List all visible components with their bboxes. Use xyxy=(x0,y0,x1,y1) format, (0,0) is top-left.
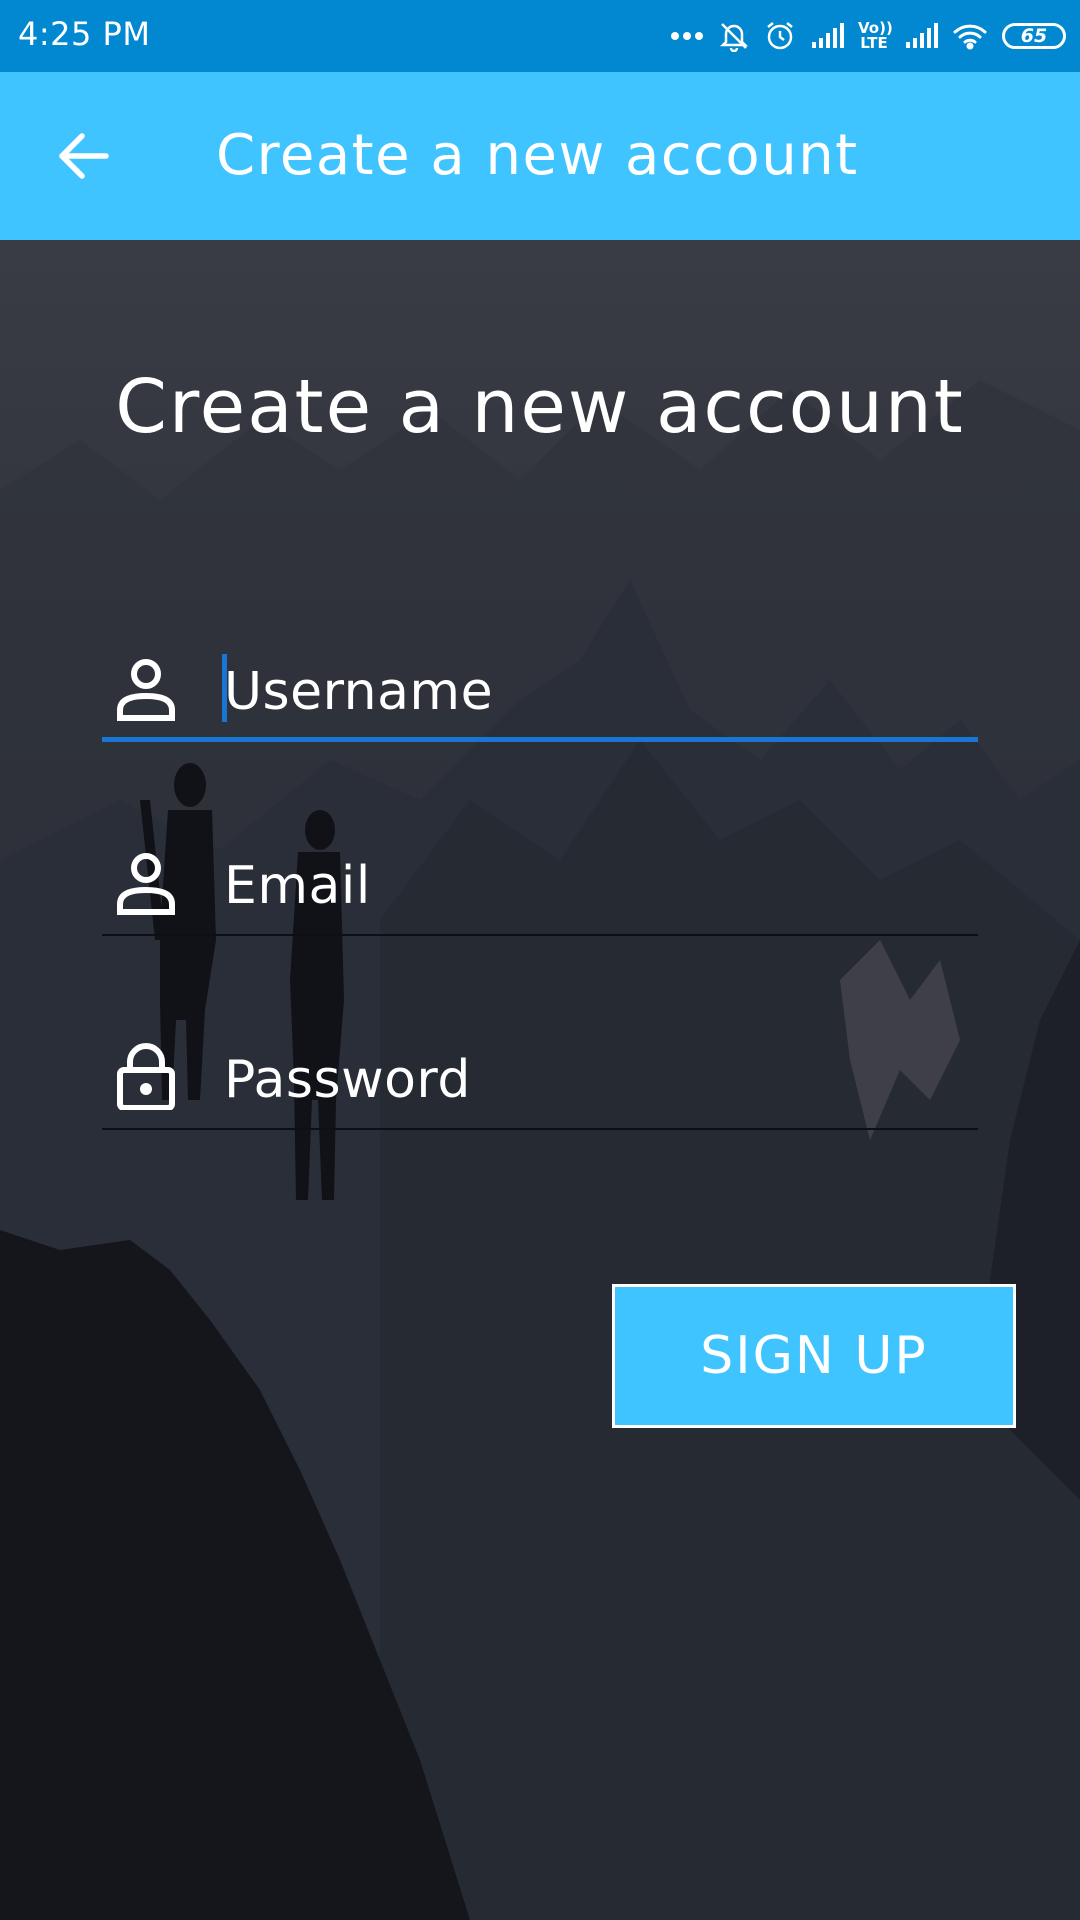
signal-icon xyxy=(904,22,938,50)
status-time: 4:25 PM xyxy=(18,15,151,53)
more-dots-icon xyxy=(670,31,704,41)
username-underline xyxy=(102,737,978,742)
lock-icon xyxy=(117,1043,175,1110)
page-heading: Create a new account xyxy=(115,364,965,450)
notifications-off-icon xyxy=(718,20,750,52)
password-placeholder: Password xyxy=(224,1050,471,1110)
app-bar: Create a new account xyxy=(0,72,1080,240)
password-field[interactable]: Password xyxy=(102,1020,978,1130)
app-bar-title: Create a new account xyxy=(216,123,859,188)
arrow-back-icon xyxy=(59,133,109,179)
text-caret xyxy=(222,654,227,722)
email-field[interactable]: Email xyxy=(102,826,978,936)
username-placeholder: Username xyxy=(224,662,494,722)
person-icon xyxy=(117,659,175,721)
person-icon xyxy=(117,853,175,915)
email-placeholder: Email xyxy=(224,856,371,916)
status-icons: Vo)) LTE 65 xyxy=(670,16,1066,56)
back-button[interactable] xyxy=(44,116,124,196)
username-field[interactable]: Username xyxy=(102,632,978,742)
email-underline xyxy=(102,934,978,936)
battery-icon: 65 xyxy=(1002,23,1066,49)
wifi-icon xyxy=(952,22,988,50)
lte-icon: Vo)) LTE xyxy=(858,19,893,52)
alarm-icon xyxy=(764,20,796,52)
screen: 4:25 PM Vo)) LTE 65 Create a new account… xyxy=(0,0,1080,1920)
sign-up-button[interactable]: SIGN UP xyxy=(612,1284,1016,1428)
signal-icon xyxy=(810,22,844,50)
status-bar: 4:25 PM Vo)) LTE 65 xyxy=(0,0,1080,72)
password-underline xyxy=(102,1128,978,1130)
